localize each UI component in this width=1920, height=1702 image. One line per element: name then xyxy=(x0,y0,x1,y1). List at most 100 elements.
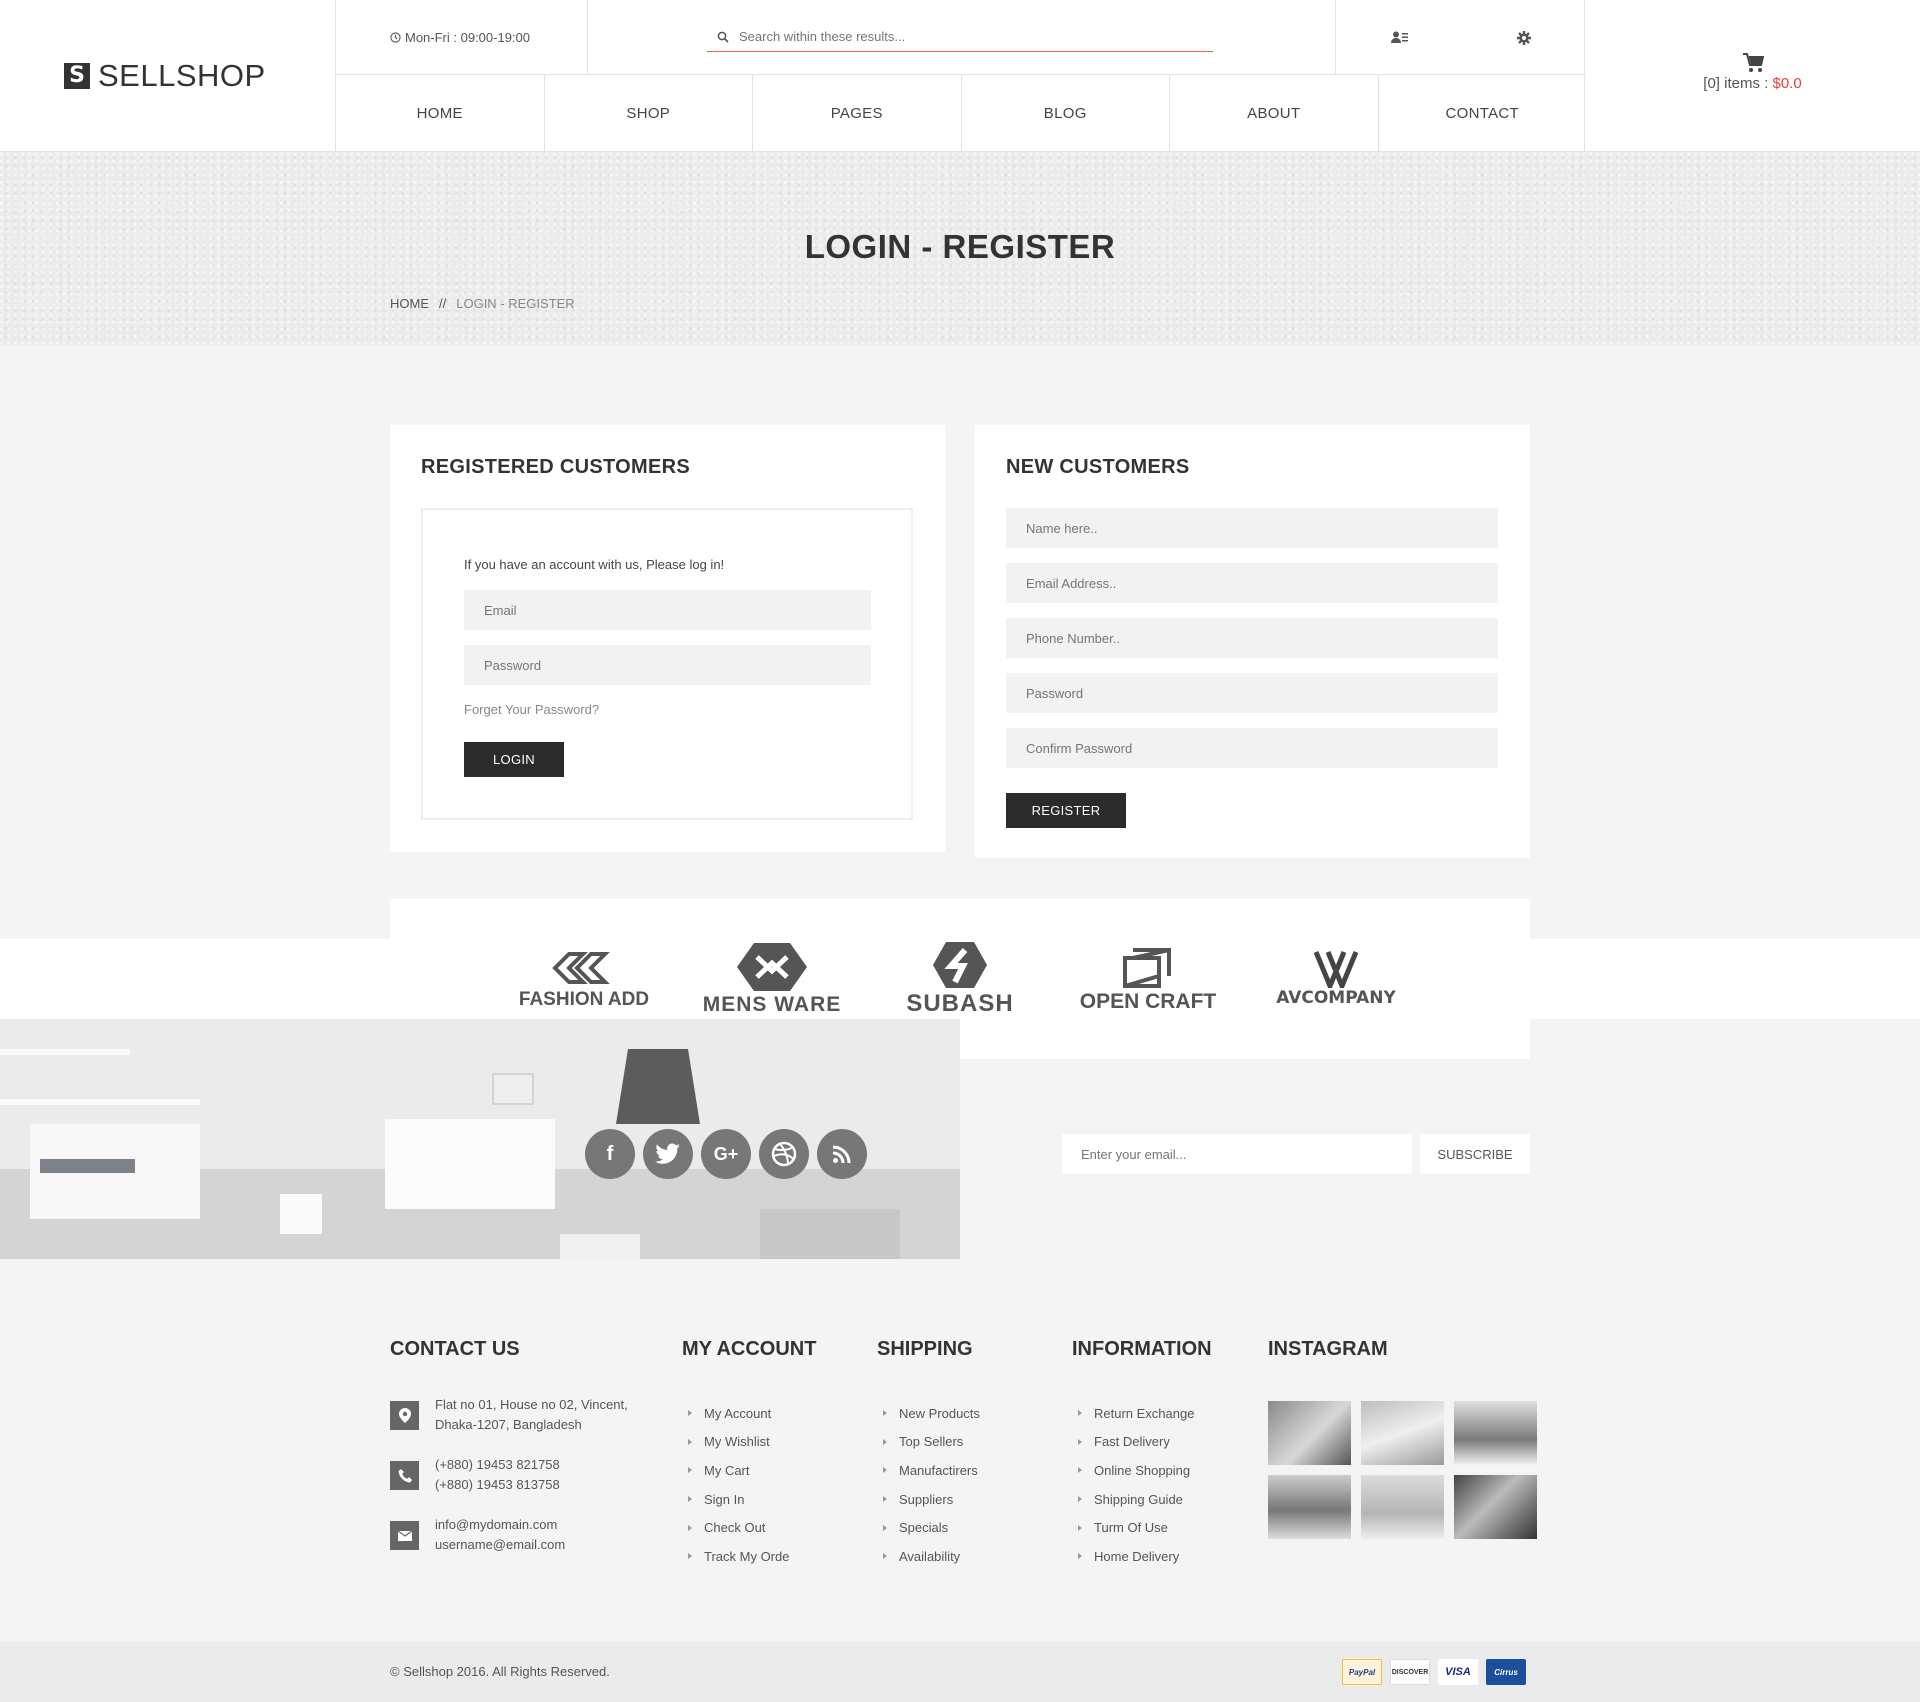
envelope-icon xyxy=(390,1521,419,1550)
nav-blog[interactable]: BLOG xyxy=(962,75,1170,152)
brand-name: SUBASH xyxy=(906,990,1014,1017)
account-icon[interactable] xyxy=(1390,31,1408,44)
login-button[interactable]: LOGIN xyxy=(464,742,564,777)
email-address-1[interactable]: info@mydomain.com xyxy=(435,1515,565,1535)
visa-icon: VISA xyxy=(1438,1659,1478,1685)
footer-link[interactable]: Home Delivery xyxy=(1078,1542,1194,1571)
instagram-photo[interactable] xyxy=(1268,1475,1351,1539)
footer-link[interactable]: Turm Of Use xyxy=(1078,1513,1194,1542)
mini-cart[interactable]: [0] items : $0.0 xyxy=(1585,0,1920,152)
footer-link[interactable]: My Wishlist xyxy=(688,1428,789,1457)
hours-text: Mon-Fri : 09:00-19:00 xyxy=(405,30,531,45)
footer-link[interactable]: Shipping Guide xyxy=(1078,1485,1194,1514)
fashion-add-logo-icon xyxy=(552,952,610,984)
twitter-icon[interactable] xyxy=(643,1129,693,1179)
register-email-field[interactable] xyxy=(1006,563,1498,603)
brand-avcompany[interactable]: AVCOMPANY xyxy=(1266,950,1406,1008)
nav-about[interactable]: ABOUT xyxy=(1170,75,1379,152)
instagram-photo[interactable] xyxy=(1268,1401,1351,1465)
brand-open-craft[interactable]: OPEN CRAFT xyxy=(1078,944,1218,1014)
subscribe-button[interactable]: SUBSCRIBE xyxy=(1420,1134,1530,1174)
footer-instagram-title: INSTAGRAM xyxy=(1268,1338,1388,1360)
nav-shop[interactable]: SHOP xyxy=(545,75,753,152)
footer-link[interactable]: Sign In xyxy=(688,1485,789,1514)
account-links: My Account My Wishlist My Cart Sign In C… xyxy=(688,1399,789,1571)
dribbble-icon[interactable] xyxy=(759,1129,809,1179)
login-password-field[interactable] xyxy=(464,645,871,685)
login-email-field[interactable] xyxy=(464,590,871,630)
facebook-icon[interactable]: f xyxy=(585,1129,635,1179)
instagram-photo[interactable] xyxy=(1361,1475,1444,1539)
avcompany-logo-icon xyxy=(1313,951,1359,988)
header-center: Mon-Fri : 09:00-19:00 HOME SHOP PAGES BL… xyxy=(335,0,1587,152)
instagram-photo[interactable] xyxy=(1454,1401,1537,1465)
footer-link[interactable]: Return Exchange xyxy=(1078,1399,1194,1428)
footer-link[interactable]: My Account xyxy=(688,1399,789,1428)
discover-icon: DISCOVER xyxy=(1390,1659,1430,1685)
footer-contact-title: CONTACT US xyxy=(390,1338,520,1360)
footer-link[interactable]: Specials xyxy=(883,1513,980,1542)
footer-link[interactable]: Online Shopping xyxy=(1078,1456,1194,1485)
search-icon[interactable] xyxy=(717,31,729,43)
nav-pages[interactable]: PAGES xyxy=(753,75,962,152)
register-title: NEW CUSTOMERS xyxy=(1006,456,1190,478)
address-line-1: Flat no 01, House no 02, Vincent, xyxy=(435,1397,628,1412)
register-button[interactable]: REGISTER xyxy=(1006,793,1126,828)
header-top-bar: Mon-Fri : 09:00-19:00 xyxy=(336,0,1586,75)
footer-link[interactable]: New Products xyxy=(883,1399,980,1428)
footer-bottom-bar: © Sellshop 2016. All Rights Reserved. Pa… xyxy=(0,1642,1920,1702)
contact-address: Flat no 01, House no 02, Vincent, Dhaka-… xyxy=(390,1395,628,1435)
subscribe-email-input[interactable] xyxy=(1062,1134,1412,1174)
clock-icon xyxy=(390,32,401,43)
login-form: If you have an account with us, Please l… xyxy=(421,508,913,820)
brand-mens-ware[interactable]: MENS WARE xyxy=(702,941,842,1017)
footer-link[interactable]: Track My Orde xyxy=(688,1542,789,1571)
cart-items: [0] items : xyxy=(1703,74,1769,92)
instagram-photo[interactable] xyxy=(1361,1401,1444,1465)
footer-account-title: MY ACCOUNT xyxy=(682,1338,817,1360)
footer-link[interactable]: Check Out xyxy=(688,1513,789,1542)
nav-home[interactable]: HOME xyxy=(336,75,545,152)
page-title: LOGIN - REGISTER xyxy=(804,228,1116,265)
login-title: REGISTERED CUSTOMERS xyxy=(421,456,690,478)
rss-icon[interactable] xyxy=(817,1129,867,1179)
logo[interactable]: S SELLSHOP xyxy=(64,58,266,94)
opening-hours: Mon-Fri : 09:00-19:00 xyxy=(336,0,588,75)
register-confirm-password-field[interactable] xyxy=(1006,728,1498,768)
footer-link[interactable]: Top Sellers xyxy=(883,1428,980,1457)
search-bar xyxy=(707,22,1213,52)
nav-contact[interactable]: CONTACT xyxy=(1379,75,1587,152)
phone-icon xyxy=(390,1461,419,1490)
footer-link[interactable]: Availability xyxy=(883,1542,980,1571)
brand-fashion-add[interactable]: FASHION ADD xyxy=(514,947,654,1011)
contact-email: info@mydomain.com username@email.com xyxy=(390,1515,565,1555)
footer-link[interactable]: Manufactirers xyxy=(883,1456,980,1485)
settings-gear-icon[interactable] xyxy=(1517,30,1532,45)
phone-number-2[interactable]: (+880) 19453 813758 xyxy=(435,1475,560,1495)
google-plus-icon[interactable]: G+ xyxy=(701,1129,751,1179)
register-password-field[interactable] xyxy=(1006,673,1498,713)
paypal-icon: PayPal xyxy=(1342,1659,1382,1685)
footer-link[interactable]: My Cart xyxy=(688,1456,789,1485)
mens-ware-logo-icon xyxy=(737,943,807,991)
cart-icon xyxy=(1742,52,1764,72)
location-pin-icon xyxy=(390,1401,419,1430)
register-name-field[interactable] xyxy=(1006,508,1498,548)
open-craft-logo-icon xyxy=(1123,948,1171,988)
brand-subash[interactable]: SUBASH xyxy=(890,940,1030,1018)
phone-number-1[interactable]: (+880) 19453 821758 xyxy=(435,1455,560,1475)
email-address-2[interactable]: username@email.com xyxy=(435,1535,565,1555)
footer-link[interactable]: Fast Delivery xyxy=(1078,1428,1194,1457)
cirrus-icon: Cirrus xyxy=(1486,1659,1526,1685)
search-input[interactable] xyxy=(739,29,1179,44)
breadcrumb-home[interactable]: HOME xyxy=(390,296,429,311)
breadcrumb-separator: // xyxy=(439,296,447,311)
footer-information-title: INFORMATION xyxy=(1072,1338,1212,1360)
copyright: © Sellshop 2016. All Rights Reserved. xyxy=(390,1664,610,1679)
footer-link[interactable]: Suppliers xyxy=(883,1485,980,1514)
page-banner: LOGIN - REGISTER HOME // LOGIN - REGISTE… xyxy=(0,152,1920,345)
forgot-password-link[interactable]: Forget Your Password? xyxy=(464,702,599,717)
register-phone-field[interactable] xyxy=(1006,618,1498,658)
instagram-photo[interactable] xyxy=(1454,1475,1537,1539)
brand-name: FASHION ADD xyxy=(518,989,650,1010)
